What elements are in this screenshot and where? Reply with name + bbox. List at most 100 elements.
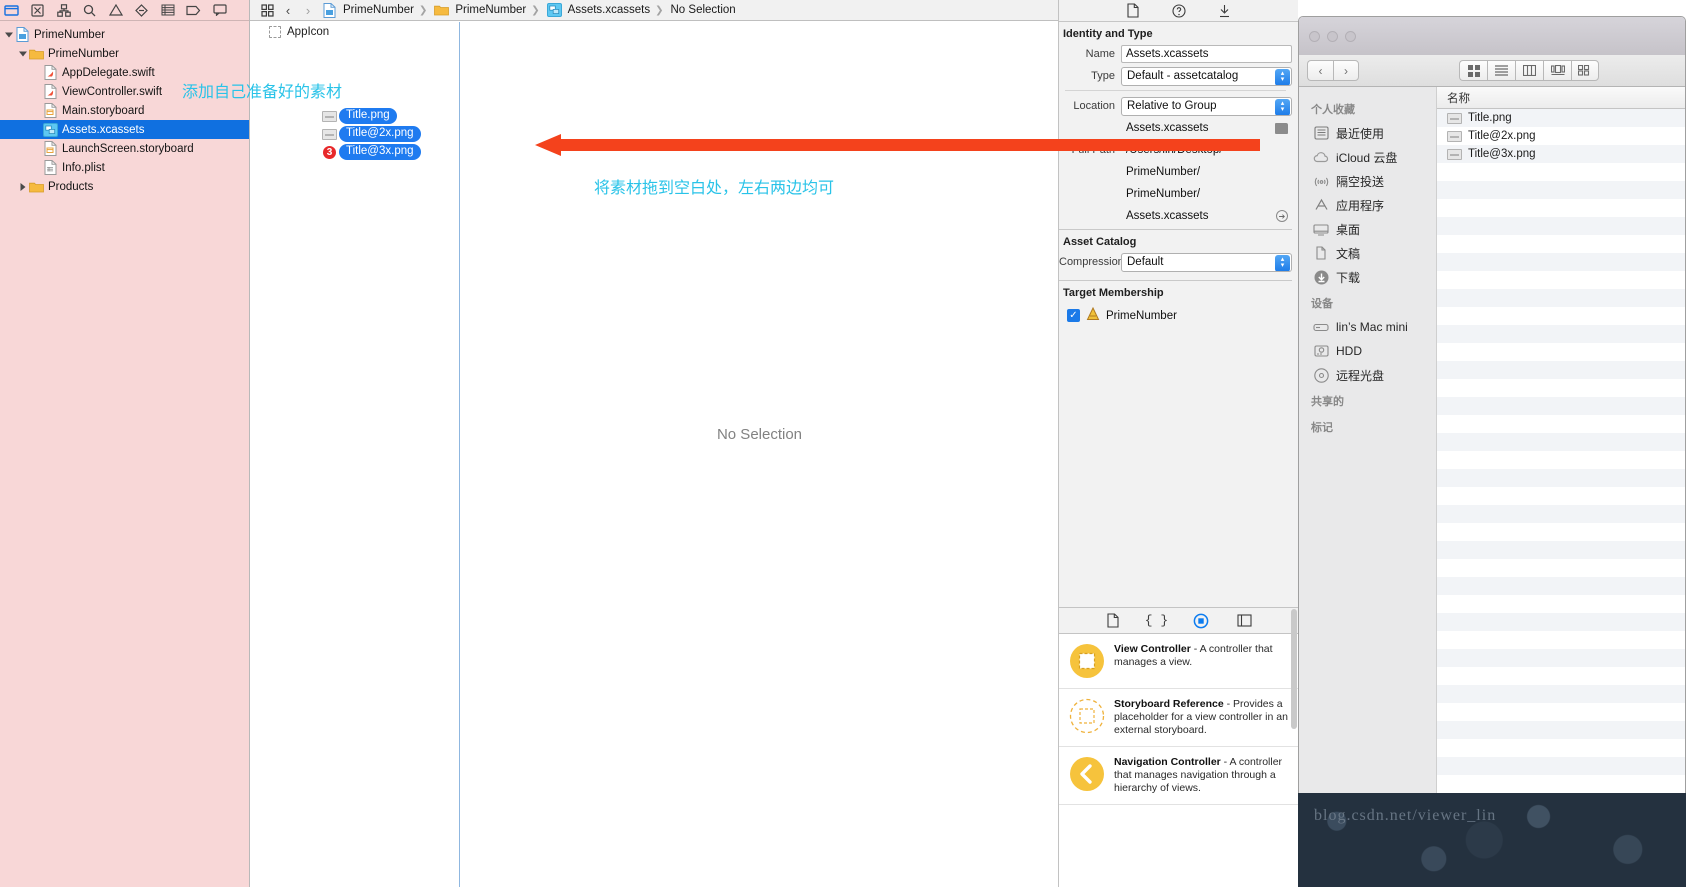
finder-file-row[interactable] (1437, 613, 1685, 631)
sidebar-item-0-4[interactable]: 桌面 (1299, 217, 1436, 241)
finder-file-row[interactable] (1437, 253, 1685, 271)
finder-rows[interactable]: Title.png Title@2x.png Title@3x.png (1437, 109, 1685, 814)
list-icon[interactable] (160, 3, 175, 17)
library-item[interactable]: Storyboard Reference - Provides a placeh… (1059, 689, 1298, 747)
finder-file-row[interactable] (1437, 685, 1685, 703)
folder-icon[interactable] (4, 3, 19, 17)
finder-file-list[interactable]: 名称 Title.png Title@2x.png Title@3x.png (1436, 87, 1685, 814)
finder-file-row[interactable] (1437, 559, 1685, 577)
hierarchy-icon[interactable] (56, 3, 71, 17)
warning-triangle-icon[interactable] (108, 3, 123, 17)
finder-file-row[interactable] (1437, 397, 1685, 415)
minimize-button[interactable] (1327, 30, 1338, 42)
finder-sidebar[interactable]: 个人收藏 最近使用 iCloud 云盘 隔空投送 应用程序 桌面 文稿 下载 设备 lin’s M… (1299, 87, 1436, 814)
tree-item-main-storyboard[interactable]: Main.storyboard (0, 101, 249, 120)
compression-popup[interactable]: Default ▴ ▾ (1121, 252, 1292, 272)
jump-forward-button[interactable]: › (300, 2, 316, 18)
sidebar-item-0-6[interactable]: 下载 (1299, 265, 1436, 289)
no-entry-icon[interactable] (134, 3, 149, 17)
quick-help-icon[interactable] (1170, 3, 1188, 19)
pin-icon[interactable] (1216, 3, 1234, 19)
sidebar-item-0-1[interactable]: iCloud 云盘 (1299, 145, 1436, 169)
finder-file-row[interactable] (1437, 199, 1685, 217)
chevron-updown-icon[interactable]: ▴ ▾ (1275, 98, 1290, 115)
sidebar-item-1-1[interactable]: HDD (1299, 339, 1436, 363)
finder-file-row[interactable] (1437, 433, 1685, 451)
tree-item-info-plist[interactable]: Info.plist (0, 158, 249, 177)
comment-icon[interactable] (212, 3, 227, 17)
finder-file-row[interactable] (1437, 523, 1685, 541)
finder-file-row[interactable]: Title@3x.png (1437, 145, 1685, 163)
finder-file-row[interactable] (1437, 451, 1685, 469)
breadcrumb[interactable]: PrimeNumber ❯ PrimeNumber ❯ Assets.xcassets ❯… (320, 2, 736, 18)
icon-view-icon[interactable] (1459, 60, 1487, 81)
finder-file-row[interactable] (1437, 757, 1685, 775)
finder-file-row[interactable] (1437, 469, 1685, 487)
sidebar-item-0-5[interactable]: 文稿 (1299, 241, 1436, 265)
cover-flow-icon[interactable] (1543, 60, 1571, 81)
related-items-icon[interactable] (258, 3, 276, 18)
finder-file-row[interactable] (1437, 307, 1685, 325)
warning-square-icon[interactable] (30, 3, 45, 17)
tree-item-primenumber[interactable]: PrimeNumber (0, 25, 249, 44)
zoom-button[interactable] (1345, 30, 1356, 42)
finder-file-row[interactable]: Title@2x.png (1437, 127, 1685, 145)
arrange-icon[interactable] (1571, 60, 1599, 81)
finder-file-row[interactable]: Title.png (1437, 109, 1685, 127)
breadcrumb-item-1[interactable]: PrimeNumber (322, 2, 414, 18)
finder-file-row[interactable] (1437, 235, 1685, 253)
column-view-icon[interactable] (1515, 60, 1543, 81)
tree-item-assets-xcassets[interactable]: Assets.xcassets (0, 120, 249, 139)
disclosure-triangle-down-icon[interactable] (17, 50, 29, 58)
object-library-list[interactable]: View Controller - A controller that mana… (1059, 634, 1298, 887)
finder-file-row[interactable] (1437, 325, 1685, 343)
reveal-in-finder-icon[interactable]: ➔ (1276, 210, 1288, 222)
sidebar-item-1-0[interactable]: lin’s Mac mini (1299, 315, 1436, 339)
file-template-library-icon[interactable] (1104, 612, 1122, 630)
finder-file-row[interactable] (1437, 595, 1685, 613)
finder-column-header[interactable]: 名称 (1437, 87, 1685, 109)
breadcrumb-item-4[interactable]: No Selection (671, 4, 736, 16)
project-file-tree[interactable]: PrimeNumber PrimeNumber AppDelegate.swift V… (0, 21, 249, 196)
media-library-icon[interactable] (1236, 612, 1254, 630)
finder-file-row[interactable] (1437, 217, 1685, 235)
search-icon[interactable] (82, 3, 97, 17)
code-snippet-library-icon[interactable]: { } (1145, 612, 1168, 630)
tree-item-primenumber[interactable]: PrimeNumber (0, 44, 249, 63)
breadcrumb-item-2[interactable]: PrimeNumber (434, 3, 526, 18)
breadcrumb-item-3[interactable]: Assets.xcassets (546, 3, 650, 18)
list-view-icon[interactable] (1487, 60, 1515, 81)
tree-item-products[interactable]: Products (0, 177, 249, 196)
finder-file-row[interactable] (1437, 703, 1685, 721)
library-item[interactable]: Navigation Controller - A controller tha… (1059, 747, 1298, 805)
finder-file-row[interactable] (1437, 631, 1685, 649)
finder-file-row[interactable] (1437, 415, 1685, 433)
target-checkbox[interactable]: ✓ (1067, 309, 1080, 322)
finder-forward-button[interactable]: › (1333, 60, 1359, 81)
finder-file-row[interactable] (1437, 289, 1685, 307)
sidebar-item-1-2[interactable]: 远程光盘 (1299, 363, 1436, 387)
finder-file-row[interactable] (1437, 271, 1685, 289)
object-library-icon[interactable] (1192, 612, 1210, 630)
finder-file-row[interactable] (1437, 361, 1685, 379)
finder-file-row[interactable] (1437, 181, 1685, 199)
library-item[interactable]: View Controller - A controller that mana… (1059, 634, 1298, 689)
type-popup[interactable]: Default - assetcatalog ▴ ▾ (1121, 66, 1292, 86)
asset-item-appicon[interactable]: AppIcon (251, 22, 459, 42)
finder-file-row[interactable] (1437, 379, 1685, 397)
finder-file-row[interactable] (1437, 505, 1685, 523)
sidebar-item-0-3[interactable]: 应用程序 (1299, 193, 1436, 217)
disclosure-triangle-right-icon[interactable] (17, 182, 29, 191)
finder-file-row[interactable] (1437, 721, 1685, 739)
file-inspector-icon[interactable] (1124, 3, 1142, 19)
jump-back-button[interactable]: ‹ (280, 2, 296, 18)
disclosure-triangle-down-icon[interactable] (3, 31, 15, 39)
finder-file-row[interactable] (1437, 739, 1685, 757)
finder-file-row[interactable] (1437, 667, 1685, 685)
chevron-updown-icon[interactable]: ▴ ▾ (1275, 254, 1290, 271)
finder-file-row[interactable] (1437, 775, 1685, 793)
finder-back-button[interactable]: ‹ (1307, 60, 1333, 81)
chevron-updown-icon[interactable]: ▴ ▾ (1275, 68, 1290, 85)
finder-file-row[interactable] (1437, 649, 1685, 667)
sidebar-item-0-0[interactable]: 最近使用 (1299, 121, 1436, 145)
